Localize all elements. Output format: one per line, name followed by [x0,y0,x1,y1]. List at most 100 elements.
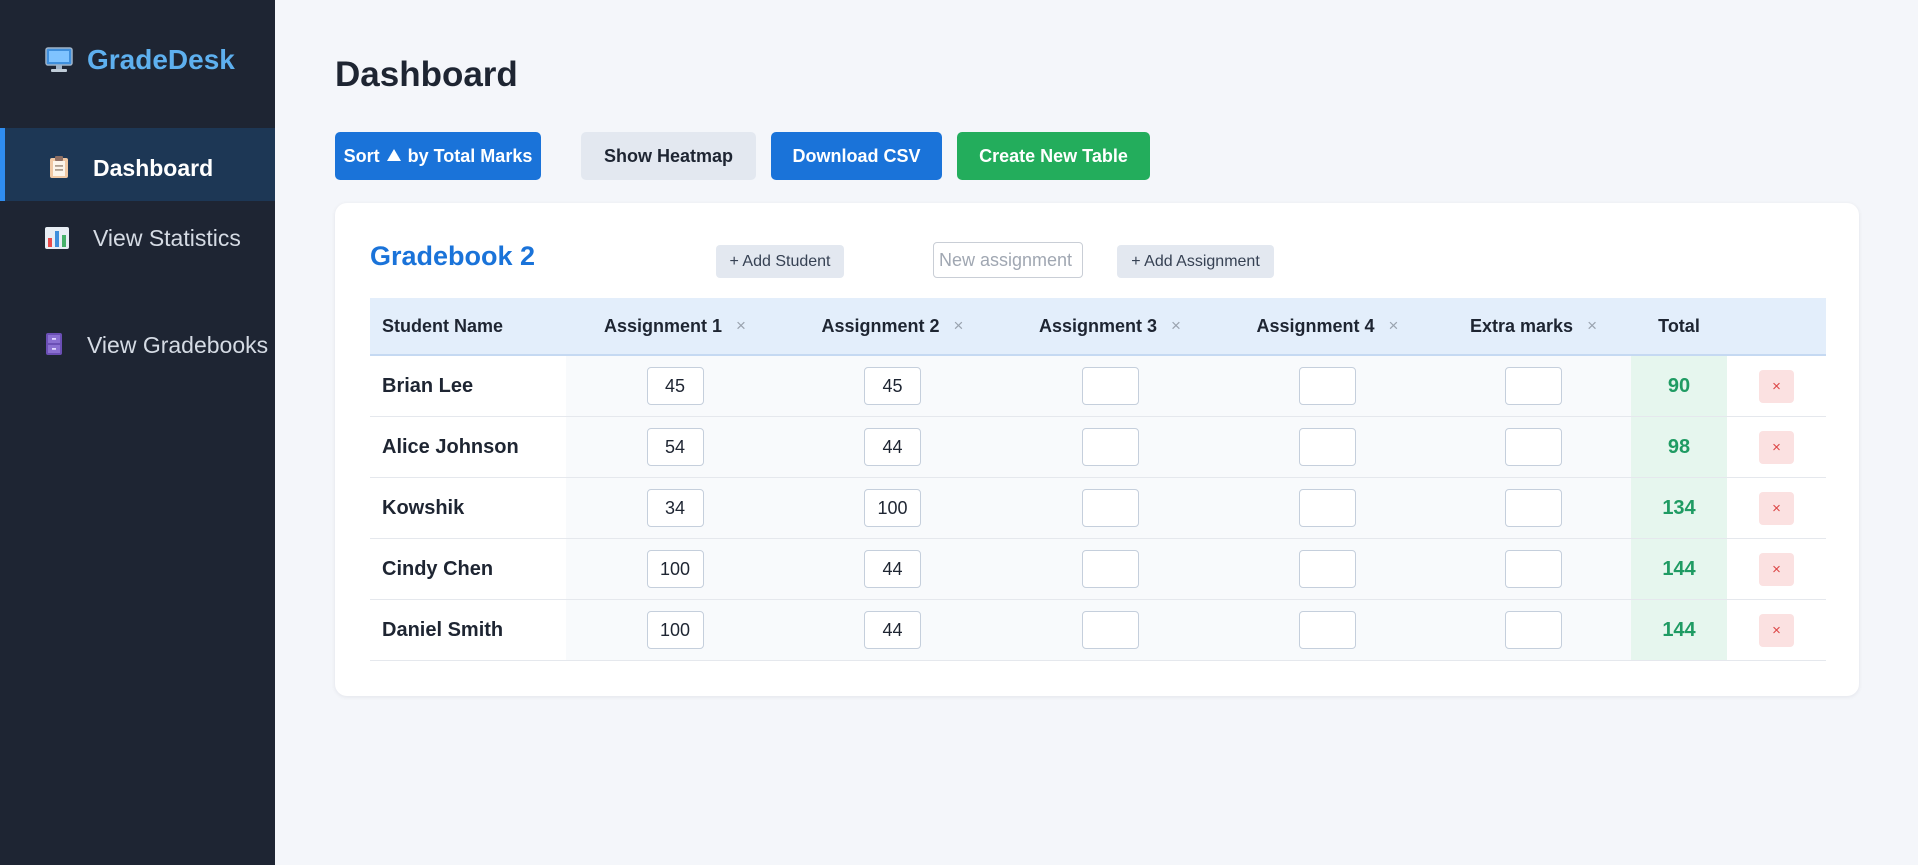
mark-input[interactable] [864,489,921,527]
sort-label-suffix: by Total Marks [407,145,533,166]
mark-input[interactable] [1299,428,1356,466]
monitor-icon [45,47,73,73]
mark-cell [784,416,1001,478]
mark-cell [1001,355,1219,417]
mark-cell [566,477,784,539]
mark-input[interactable] [1299,611,1356,649]
column-header-label: Assignment 1 [604,315,723,336]
mark-input[interactable] [1299,367,1356,405]
mark-cell [1436,416,1631,478]
mark-input[interactable] [1299,489,1356,527]
create-new-table-button[interactable]: Create New Table [957,132,1150,180]
brand[interactable]: GradeDesk [45,44,235,76]
mark-input[interactable] [1299,550,1356,588]
sidebar-item-label: Dashboard [93,155,214,181]
mark-input[interactable] [1081,489,1139,527]
sidebar: GradeDesk Dashboard View Statistics View… [0,0,275,865]
row-actions: × [1727,477,1826,539]
clipboard-icon [49,155,69,188]
total-marks: 98 [1631,416,1727,478]
column-header-label: Extra marks [1469,315,1574,336]
delete-row-button[interactable]: × [1759,491,1794,525]
mark-input[interactable] [864,428,921,466]
mark-input[interactable] [1081,611,1139,649]
mark-cell [1219,477,1436,539]
remove-column-icon[interactable]: × [1389,316,1399,336]
mark-cell [1001,477,1219,539]
mark-cell [1436,538,1631,600]
row-actions: × [1727,355,1826,417]
mark-input[interactable] [646,611,704,649]
mark-cell [784,599,1001,661]
sidebar-item-label: View Statistics [93,225,241,251]
show-heatmap-button[interactable]: Show Heatmap [581,132,756,180]
sidebar-item-view-gradebooks[interactable]: View Gradebooks [0,329,275,399]
gradebook-title: Gradebook 2 [370,241,536,271]
page-title: Dashboard [335,55,518,94]
app-name: GradeDesk [87,44,235,75]
mark-input[interactable] [1505,367,1562,405]
mark-input[interactable] [646,489,704,527]
main-content: Dashboard Sort by Total Marks Show Heatm… [275,0,1918,865]
sort-by-total-button[interactable]: Sort by Total Marks [335,132,541,180]
delete-row-button[interactable]: × [1759,430,1794,464]
student-name: Brian Lee [370,355,566,417]
delete-row-button[interactable]: × [1759,369,1794,403]
mark-input[interactable] [646,428,704,466]
mark-input[interactable] [1081,428,1139,466]
remove-column-icon[interactable]: × [954,316,964,336]
table-row: Kowshik 134 × [370,477,1826,539]
mark-input[interactable] [864,367,921,405]
column-header-student-name: Student Name [370,298,566,356]
mark-input[interactable] [1505,489,1562,527]
mark-input[interactable] [646,367,704,405]
sidebar-item-view-statistics[interactable]: View Statistics [0,222,275,292]
remove-column-icon[interactable]: × [736,316,746,336]
mark-input[interactable] [1505,611,1562,649]
student-name: Alice Johnson [370,416,566,478]
total-marks: 144 [1631,538,1727,600]
sidebar-item-dashboard[interactable]: Dashboard [0,128,275,201]
filing-cabinet-icon [45,332,63,365]
column-header-assignment: Assignment 3 × [1001,298,1219,356]
mark-input[interactable] [864,550,921,588]
delete-row-button[interactable]: × [1759,552,1794,586]
add-assignment-button[interactable]: + Add Assignment [1117,245,1274,278]
mark-cell [566,355,784,417]
mark-input[interactable] [1505,550,1562,588]
column-header-total: Total [1631,298,1727,356]
total-marks: 134 [1631,477,1727,539]
mark-cell [784,477,1001,539]
column-header-content: Assignment 4 × [1257,316,1399,337]
remove-column-icon[interactable]: × [1587,316,1597,336]
table-header-row: Student Name Assignment 1 × Assignment 2 × As… [370,298,1826,356]
mark-input[interactable] [864,611,921,649]
column-header-assignment: Assignment 4 × [1219,298,1436,356]
mark-input[interactable] [1505,428,1562,466]
delete-row-button[interactable]: × [1759,613,1794,647]
mark-cell [566,538,784,600]
column-header-label: Assignment 3 [1039,315,1158,336]
mark-input[interactable] [1081,550,1139,588]
column-header-assignment: Extra marks × [1436,298,1631,356]
add-student-button[interactable]: + Add Student [716,245,844,278]
mark-cell [1219,599,1436,661]
column-header-content: Assignment 3 × [1039,316,1181,337]
mark-input[interactable] [1081,367,1139,405]
mark-cell [1001,538,1219,600]
remove-column-icon[interactable]: × [1171,316,1181,336]
download-csv-button[interactable]: Download CSV [771,132,942,180]
sidebar-item-label: View Gradebooks [87,332,269,358]
triangle-up-icon [386,146,402,167]
table-row: Daniel Smith 144 × [370,599,1826,661]
mark-cell [1001,599,1219,661]
mark-cell [566,599,784,661]
table-row: Cindy Chen 144 × [370,538,1826,600]
row-actions: × [1727,538,1826,600]
column-header-label: Assignment 4 [1256,315,1375,336]
column-header-content: Assignment 2 × [822,316,964,337]
new-assignment-input[interactable] [933,242,1083,278]
mark-input[interactable] [646,550,704,588]
mark-cell [1436,477,1631,539]
mark-cell [784,355,1001,417]
